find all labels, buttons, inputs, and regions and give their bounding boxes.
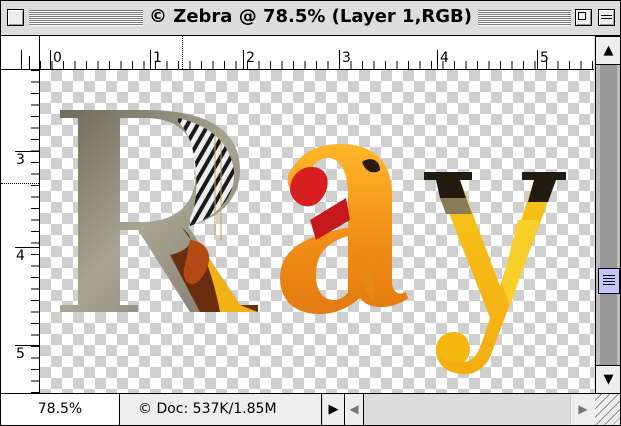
arrow-up-icon: ▲ [603,43,614,58]
ray-artwork [60,110,566,375]
ruler-major-tick [243,50,244,69]
scroll-up-button[interactable]: ▲ [596,36,620,65]
ruler-label: 4 [16,248,25,264]
ruler-label: 2 [246,50,255,66]
zoom-level-field[interactable]: 78.5% [1,394,120,425]
scroll-thumb[interactable] [598,268,620,294]
ruler-major-tick [150,50,151,69]
horizontal-ruler[interactable]: 0 1 2 3 4 5 [40,36,594,70]
collapse-box-icon[interactable] [598,9,615,26]
ruler-origin[interactable] [1,36,40,70]
ruler-major-tick [50,50,51,69]
ruler-label: 0 [53,50,62,66]
ruler-label: 3 [16,152,25,168]
letter-y [424,172,566,375]
scroll-left-button[interactable]: ◀ [345,394,364,425]
arrow-down-icon: ▼ [603,372,614,387]
scroll-down-button[interactable]: ▼ [596,365,620,394]
vertical-scrollbar[interactable]: ▲ ▼ [595,36,620,394]
horizontal-scroll-track[interactable] [364,394,570,425]
status-popup-button[interactable]: ▶ [323,394,345,425]
letter-r [60,110,258,312]
arrow-right-icon: ▶ [578,402,588,416]
image-canvas[interactable] [40,70,594,393]
title-wrap: © Zebra @ 78.5% (Layer 1,RGB) [1,6,620,27]
doc-size-info: © Doc: 537K/1.85M [120,394,322,425]
scroll-right-button[interactable]: ▶ [570,394,596,425]
ruler-major-tick [339,50,340,69]
popup-arrow-icon: ▶ [328,402,339,417]
ruler-label: 1 [153,50,162,66]
arrow-left-icon: ◀ [349,402,359,416]
ruler-major-tick [537,50,538,69]
ruler-cursor-marker [182,36,183,69]
title-bar[interactable]: © Zebra @ 78.5% (Layer 1,RGB) [1,1,620,36]
ruler-major-tick [437,50,438,69]
ruler-cursor-marker [1,183,39,184]
zoom-box-icon[interactable] [575,9,592,26]
window-title: © Zebra @ 78.5% (Layer 1,RGB) [143,6,478,27]
scroll-track[interactable] [600,65,617,365]
ruler-label: 4 [440,50,449,66]
status-bar: 78.5% © Doc: 537K/1.85M ▶ ◀ ▶ [1,393,620,425]
ruler-label: 5 [16,346,25,362]
resize-grip-icon[interactable] [595,394,620,425]
document-window: © Zebra @ 78.5% (Layer 1,RGB) 0 1 2 3 4 … [0,0,621,426]
vertical-ruler[interactable]: 3 4 5 [1,70,40,393]
ruler-label: 5 [540,50,549,66]
ruler-label: 3 [342,50,351,66]
letter-a [280,144,408,314]
